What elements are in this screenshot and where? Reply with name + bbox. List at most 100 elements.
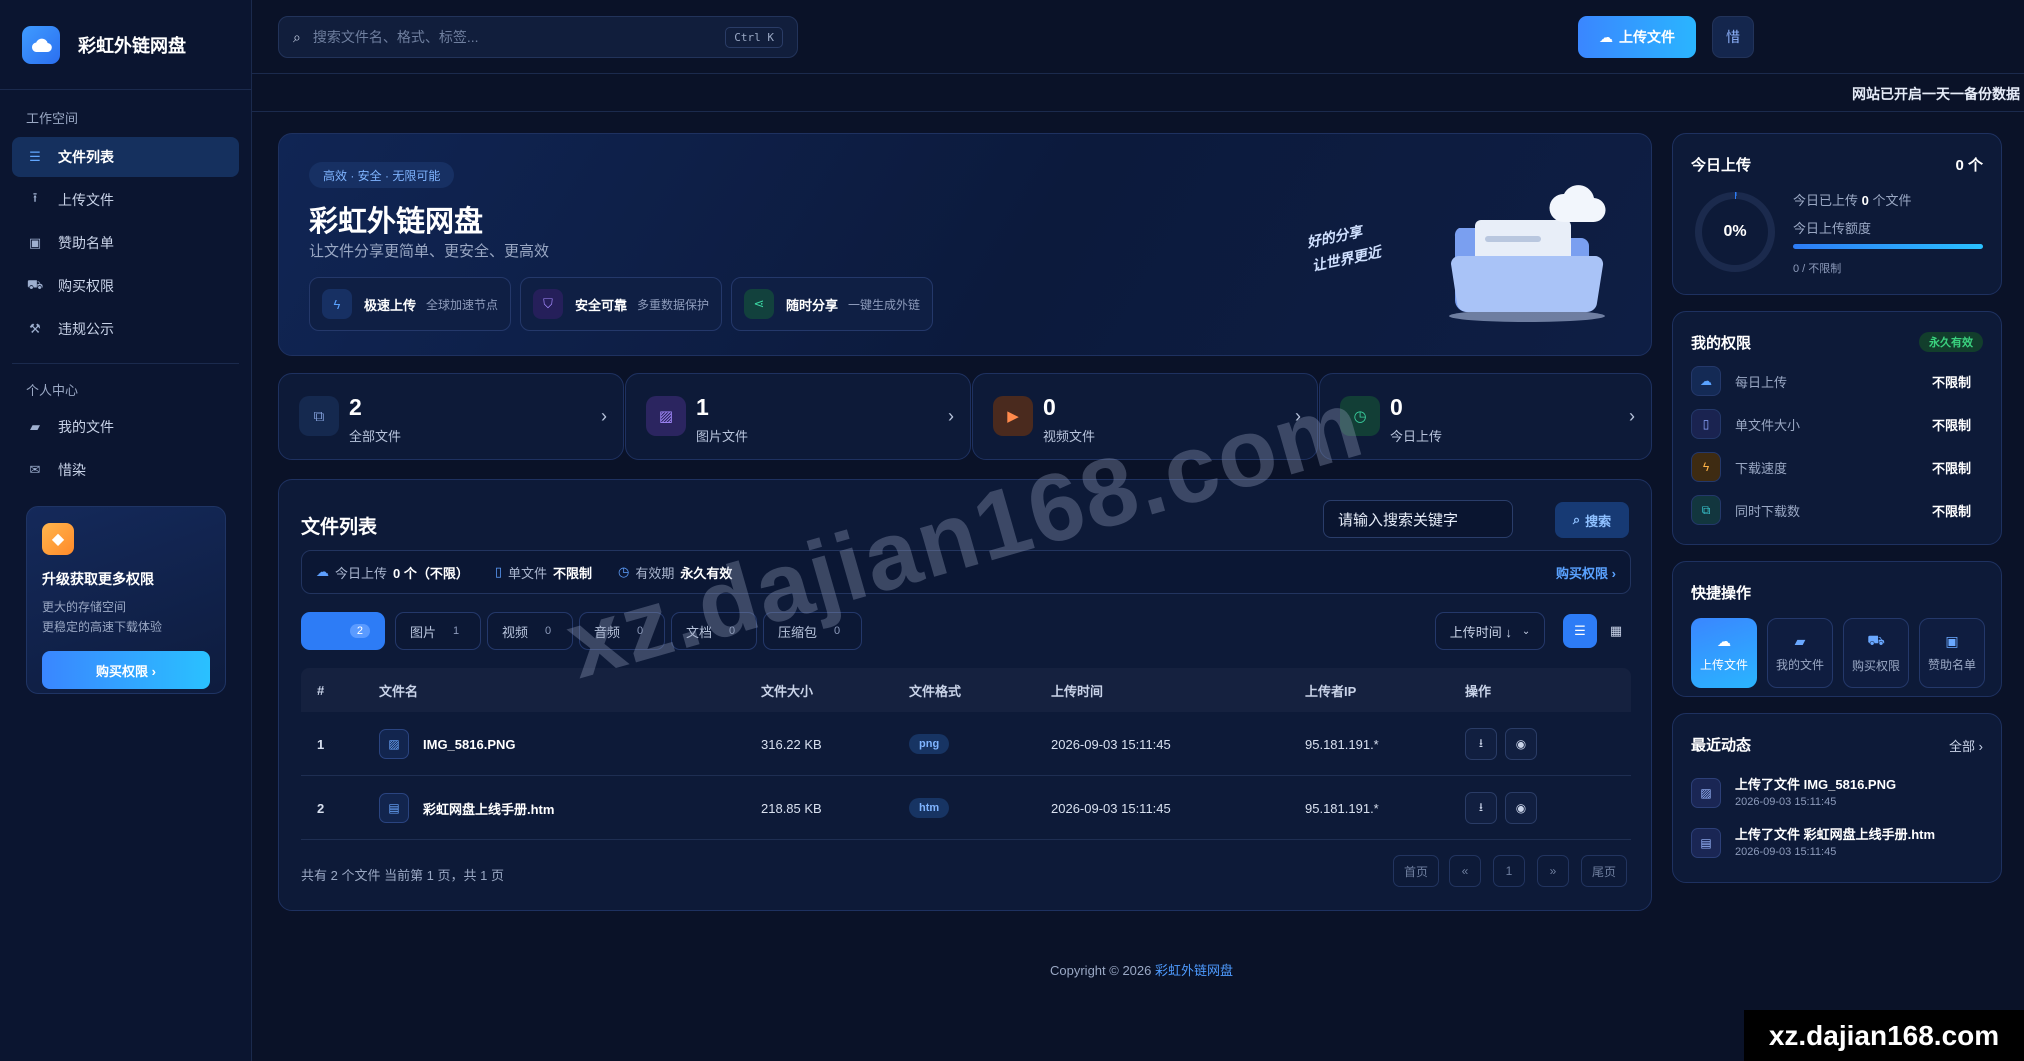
search-button[interactable]: ⌕ 搜索 xyxy=(1555,502,1629,538)
feature-share: ⋖ 随时分享 一键生成外链 xyxy=(731,277,934,331)
perm-concurrent: ⧉ 同时下载数 不限制 xyxy=(1691,495,1971,525)
brand[interactable]: 彩虹外链网盘 xyxy=(0,0,251,90)
table-row[interactable]: 1 ▨ IMG_5816.PNG 316.22 KB png 2026-09-03… xyxy=(301,712,1631,776)
keyword-search-input[interactable]: 请输入搜索关键字 xyxy=(1323,500,1513,538)
promo-line: 更稳定的高速下载体验 xyxy=(42,620,163,634)
stat-image-files[interactable]: ▨ 1 图片文件 › xyxy=(625,373,971,460)
filter-image[interactable]: 图片 1 xyxy=(395,612,482,650)
search-icon: ⌕ xyxy=(293,28,301,45)
progress-percent: 0% xyxy=(1702,199,1768,265)
feature-title: 安全可靠 xyxy=(575,297,628,313)
feature-secure: ⛉ 安全可靠 多重数据保护 xyxy=(520,277,723,331)
today-line-2: 今日上传额度 xyxy=(1793,221,1872,236)
row-actions: ⭳ ◉ xyxy=(1465,776,1545,840)
page-last-button[interactable]: 尾页 xyxy=(1581,855,1628,887)
promo-buy-button[interactable]: 购买权限 › xyxy=(42,651,210,689)
line-suffix: 个文件 xyxy=(1872,193,1912,208)
sort-select[interactable]: 上传时间 ↓ ⌄ xyxy=(1435,612,1545,650)
upload-icon: ⭱ xyxy=(32,190,38,205)
file-list-title: 文件列表 xyxy=(301,517,378,538)
bolt-icon: ϟ xyxy=(322,289,352,319)
stat-value: 1 xyxy=(696,394,709,420)
view-all-link[interactable]: 全部 › xyxy=(1949,736,1983,755)
upload-label: 上传文件 xyxy=(1619,29,1675,45)
sidebar-item-label: 违规公示 xyxy=(58,321,114,337)
preview-eye-icon[interactable]: ◉ xyxy=(1505,728,1537,760)
card-title: 今日上传 xyxy=(1691,157,1752,174)
uploader-ip: 95.181.191.* xyxy=(1305,736,1379,752)
slogan-line: 好的分享 xyxy=(1305,224,1364,252)
list-view-icon: ☰ xyxy=(1574,623,1586,638)
today-upload-card: 今日上传 0 个 0% 今日已上传 0 个文件 今日上传额度 0 / 不限制 xyxy=(1672,133,2002,295)
format-badge: htm xyxy=(909,798,950,818)
share-icon: ⋖ xyxy=(744,289,774,319)
money-icon: ▣ xyxy=(28,235,42,250)
sidebar-item-violations[interactable]: ⚒ 违规公示 xyxy=(12,309,239,349)
format-cell: png xyxy=(909,712,950,776)
file-name[interactable]: IMG_5816.PNG xyxy=(423,737,516,752)
preview-eye-icon[interactable]: ◉ xyxy=(1505,792,1537,824)
column-header: 文件名 xyxy=(379,683,419,699)
announcement-ticker: 网站已开启一天一备份数据 xyxy=(252,74,2024,112)
chevron-right-icon: › xyxy=(1629,406,1635,426)
upload-button[interactable]: ☁ 上传文件 xyxy=(1578,16,1696,58)
footer-brand-link[interactable]: 彩虹外链网盘 xyxy=(1155,963,1233,978)
quick-upload-button[interactable]: ☁ 上传文件 xyxy=(1691,618,1757,688)
perm-label: 下载速度 xyxy=(1735,460,1788,476)
page-number-button[interactable]: 1 xyxy=(1493,855,1525,887)
activity-time: 2026-09-03 15:11:45 xyxy=(1735,796,1837,808)
cloud-upload-icon: ☁ xyxy=(1691,366,1721,396)
sidebar-item-sponsors[interactable]: ▣ 赞助名单 xyxy=(12,223,239,263)
sidebar-item-buy[interactable]: ⛟ 购买权限 xyxy=(12,266,239,306)
list-icon: ☰ xyxy=(29,149,41,164)
page-first-button[interactable]: 首页 xyxy=(1393,855,1440,887)
folder-cloud-illustration xyxy=(1449,185,1606,322)
sidebar-item-label: 惜染 xyxy=(58,462,86,478)
download-button[interactable]: ⭳ xyxy=(1465,792,1497,824)
filter-video[interactable]: 视频 0 xyxy=(487,612,574,650)
file-name[interactable]: 彩虹网盘上线手册.htm xyxy=(423,799,554,818)
filter-all[interactable]: 2 xyxy=(301,612,385,650)
list-view-button[interactable]: ☰ xyxy=(1563,614,1597,648)
sidebar-item-my-files[interactable]: ▰ 我的文件 xyxy=(12,407,239,447)
grid-view-button[interactable]: ▦ xyxy=(1599,614,1633,648)
sidebar-item-file-list[interactable]: ☰ 文件列表 xyxy=(12,137,239,177)
shield-icon: ⛉ xyxy=(533,289,563,319)
quota-value: 0 个（不限） xyxy=(393,565,469,581)
mail-icon: ✉ xyxy=(29,462,41,477)
card-title: 最近动态 xyxy=(1691,737,1752,754)
buy-permission-link[interactable]: 购买权限 › xyxy=(1556,563,1616,582)
activity-item[interactable]: ▨ 上传了文件 IMG_5816.PNG 2026-09-03 15:11:45 xyxy=(1691,774,1981,814)
activity-time: 2026-09-03 15:11:45 xyxy=(1735,846,1837,858)
hero-slogan: 好的分享 让世界更近 xyxy=(1305,217,1383,279)
quick-buy-button[interactable]: ⛟ 购买权限 xyxy=(1843,618,1909,688)
activity-item[interactable]: ▤ 上传了文件 彩虹网盘上线手册.htm 2026-09-03 15:11:45 xyxy=(1691,824,1981,864)
table-row[interactable]: 2 ▤ 彩虹网盘上线手册.htm 218.85 KB htm 2026-09-03… xyxy=(301,776,1631,840)
file-name-cell: ▨ IMG_5816.PNG xyxy=(379,712,516,776)
stat-value: 2 xyxy=(349,394,362,420)
quota-text: 0 / 不限制 xyxy=(1793,263,1842,275)
quick-sponsors-button[interactable]: ▣ 赞助名单 xyxy=(1919,618,1985,688)
cloud-logo-icon xyxy=(22,25,60,64)
quota-label: 今日上传 xyxy=(335,565,388,581)
today-line-1: 今日已上传 0 个文件 xyxy=(1793,190,1912,209)
user-button[interactable]: 惜 xyxy=(1712,16,1754,58)
stat-all-files[interactable]: ⧉ 2 全部文件 › xyxy=(278,373,624,460)
page-next-button[interactable]: » xyxy=(1537,855,1569,887)
stat-today-upload[interactable]: ◷ 0 今日上传 › xyxy=(1319,373,1652,460)
uploader-ip: 95.181.191.* xyxy=(1305,800,1379,816)
quick-my-files-button[interactable]: ▰ 我的文件 xyxy=(1767,618,1833,688)
sidebar-item-user[interactable]: ✉ 惜染 xyxy=(12,450,239,490)
sidebar-item-upload[interactable]: ⭱ 上传文件 xyxy=(12,180,239,220)
folder-icon: ▰ xyxy=(30,419,40,434)
file-size: 218.85 KB xyxy=(761,800,822,816)
page-prev-button[interactable]: « xyxy=(1449,855,1481,887)
grid-view-icon: ▦ xyxy=(1609,623,1623,638)
download-button[interactable]: ⭳ xyxy=(1465,728,1497,760)
sidebar-item-label: 我的文件 xyxy=(58,419,114,435)
image-icon: ▨ xyxy=(646,396,686,436)
quota-progress-bar xyxy=(1793,244,1983,249)
perm-daily-upload: ☁ 每日上传 不限制 xyxy=(1691,366,1971,396)
document-file-icon: ▤ xyxy=(379,793,409,823)
global-search-input[interactable]: ⌕ 搜索文件名、格式、标签... Ctrl K xyxy=(278,16,798,58)
